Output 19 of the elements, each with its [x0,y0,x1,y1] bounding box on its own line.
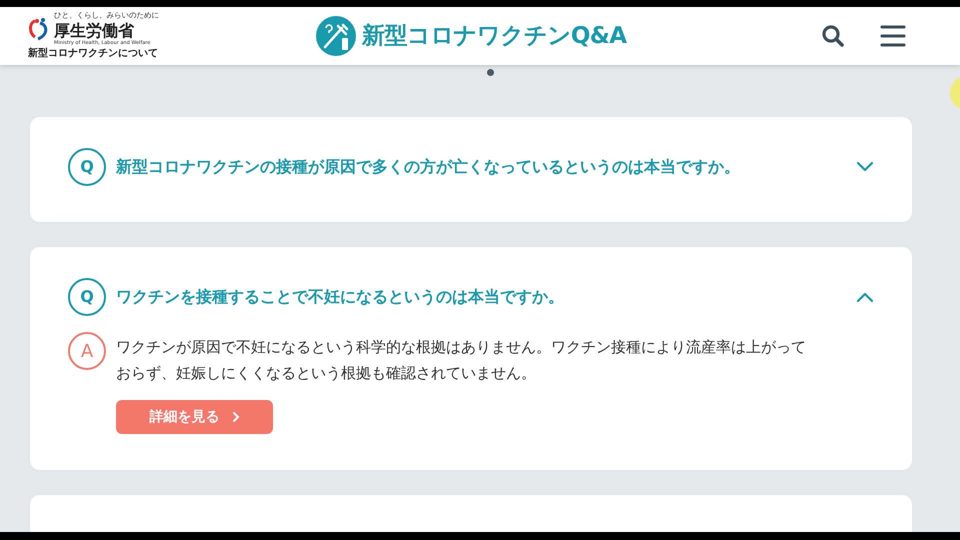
ministry-logo-icon [28,16,50,41]
question-mark: Q [68,278,106,316]
question-text[interactable]: ワクチンを接種することで不妊になるというのは本当ですか。 [116,285,846,309]
search-icon [821,24,845,48]
answer-mark: A [68,332,106,370]
menu-button[interactable] [880,23,906,49]
answer-text: ワクチンが原因で不妊になるという科学的な根拠はありません。ワクチン接種により流産率は上がっておらず、妊娠しにくくなるという根拠も確認されていません。 [116,337,807,384]
menu-icon [880,24,906,48]
ministry-name: 厚生労働省 [54,21,134,40]
details-button[interactable]: 詳細を見る [116,400,273,434]
chevron-down-icon[interactable] [856,161,874,173]
question-mark: Q [68,148,106,186]
ministry-subtitle: 新型コロナワクチンについて [28,48,159,61]
site-title: 新型コロナワクチンQ&A [362,22,627,51]
syringe-logo-icon [316,16,356,56]
chevron-up-icon[interactable] [856,291,874,303]
chevron-right-icon [232,411,240,423]
search-button[interactable] [820,23,846,49]
question-text[interactable]: 新型コロナワクチンの接種が原因で多くの方が亡くなっているというのは本当ですか。 [116,155,846,179]
